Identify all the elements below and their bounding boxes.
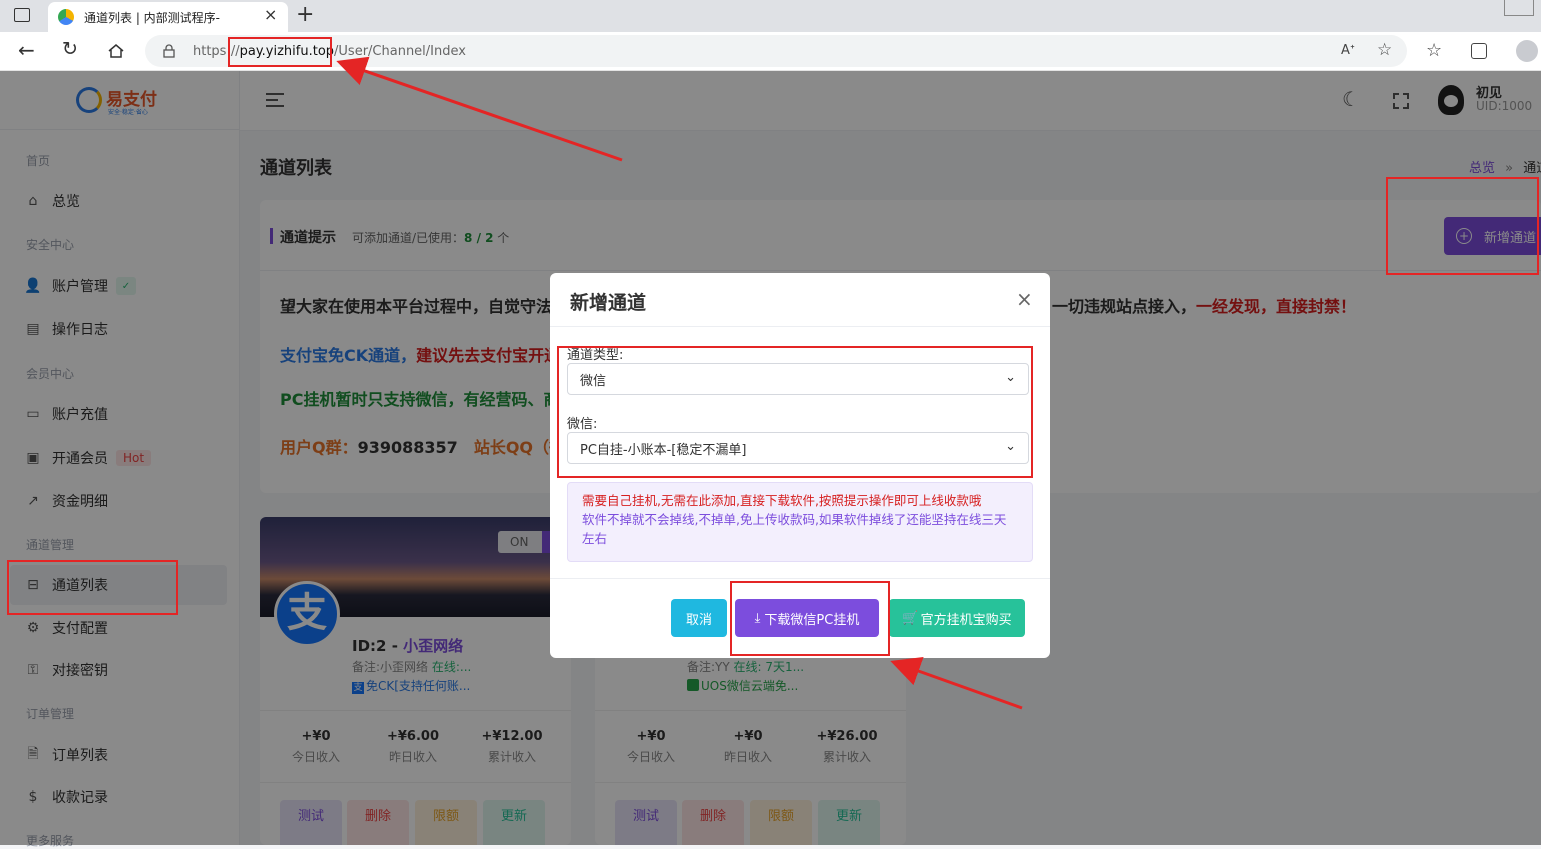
favorites-icon[interactable]: ☆ xyxy=(1426,40,1442,61)
url-bar[interactable]: https://pay.yizhifu.top/User/Channel/Ind… xyxy=(145,35,1407,67)
minimize-icon[interactable] xyxy=(1504,0,1534,16)
annotation-box-selects xyxy=(557,346,1033,478)
buy-button[interactable]: 🛒 官方挂机宝购买 xyxy=(889,599,1025,637)
tab-title: 通道列表 | 内部测试程序- xyxy=(84,11,221,25)
read-aloud-icon[interactable]: Aᐩ xyxy=(1341,43,1355,58)
browser-tabbar: 通道列表 | 内部测试程序- × + xyxy=(0,0,1541,32)
profile-icon[interactable] xyxy=(1516,40,1538,62)
annotation-box-add xyxy=(1386,177,1539,275)
cart-icon: 🛒 xyxy=(902,610,919,626)
annotation-box-url xyxy=(228,37,332,67)
annotation-box-sidebar xyxy=(7,560,178,615)
browser-tab[interactable]: 通道列表 | 内部测试程序- × xyxy=(48,2,288,32)
favicon-icon xyxy=(58,9,74,25)
add-favorite-icon[interactable]: ☆ xyxy=(1377,40,1392,60)
refresh-icon[interactable]: ↻ xyxy=(62,38,78,60)
back-icon[interactable]: ← xyxy=(18,38,35,62)
new-tab-button[interactable]: + xyxy=(296,2,314,27)
modal-title: 新增通道 xyxy=(570,292,647,314)
home-page-icon[interactable] xyxy=(107,42,125,60)
close-icon[interactable]: × xyxy=(1016,287,1033,311)
cancel-button[interactable]: 取消 xyxy=(671,599,727,637)
tab-close-icon[interactable]: × xyxy=(264,5,277,24)
collections-icon[interactable] xyxy=(1471,43,1487,59)
annotation-box-download xyxy=(730,581,890,656)
modal-tip: 需要自己挂机,无需在此添加,直接下载软件,按照提示操作即可上线收款哦 软件不掉就… xyxy=(567,482,1033,562)
tab-actions-icon[interactable] xyxy=(14,8,30,22)
lock-icon xyxy=(163,44,175,58)
